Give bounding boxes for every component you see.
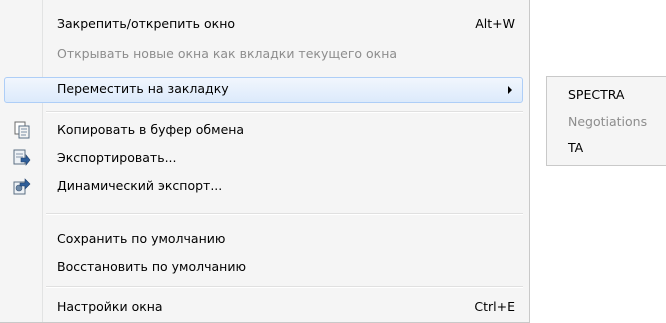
export-icon bbox=[13, 149, 31, 166]
menu-item-copy-clipboard[interactable]: Копировать в буфер обмена bbox=[4, 118, 523, 144]
menu-item-label: Копировать в буфер обмена bbox=[57, 122, 245, 137]
menu-item-label: Открывать новые окна как вкладки текущег… bbox=[57, 46, 398, 61]
menu-item-pin-window[interactable]: Закрепить/открепить окно Alt+W bbox=[4, 12, 523, 38]
submenu-item-spectra[interactable]: SPECTRA bbox=[547, 83, 666, 107]
menu-item-label: Восстановить по умолчанию bbox=[57, 259, 246, 274]
menu-item-save-default[interactable]: Сохранить по умолчанию bbox=[4, 227, 523, 253]
submenu-item-label: SPECTRA bbox=[568, 87, 625, 102]
menu-separator bbox=[46, 286, 523, 288]
submenu-item-label: Negotiations bbox=[568, 114, 648, 129]
context-menu: Закрепить/открепить окно Alt+W Открывать… bbox=[0, 0, 530, 323]
menu-item-label: Сохранить по умолчанию bbox=[57, 231, 226, 246]
menu-separator bbox=[46, 213, 523, 215]
dynamic-export-icon bbox=[13, 178, 31, 195]
submenu-item-ta[interactable]: TA bbox=[547, 136, 666, 160]
menu-item-shortcut: Alt+W bbox=[475, 16, 515, 31]
copy-icon bbox=[14, 121, 30, 139]
menu-item-dynamic-export[interactable]: Динамический экспорт... bbox=[4, 174, 523, 200]
menu-separator bbox=[46, 111, 523, 113]
menu-item-label: Закрепить/открепить окно bbox=[57, 16, 236, 31]
menu-item-label: Настройки окна bbox=[57, 299, 163, 314]
menu-item-restore-default[interactable]: Восстановить по умолчанию bbox=[4, 255, 523, 281]
submenu-item-negotiations: Negotiations bbox=[547, 110, 666, 134]
menu-item-move-to-tab[interactable]: Переместить на закладку bbox=[4, 77, 523, 103]
menu-item-open-as-tabs: Открывать новые окна как вкладки текущег… bbox=[4, 42, 523, 68]
menu-item-label: Динамический экспорт... bbox=[57, 178, 223, 193]
menu-item-label: Переместить на закладку bbox=[57, 81, 229, 96]
menu-item-window-settings[interactable]: Настройки окна Ctrl+E bbox=[4, 295, 523, 321]
menu-item-shortcut: Ctrl+E bbox=[474, 299, 515, 314]
move-to-tab-submenu: SPECTRA Negotiations TA bbox=[546, 76, 666, 166]
menu-item-label: Экспортировать... bbox=[57, 150, 177, 165]
menu-item-export[interactable]: Экспортировать... bbox=[4, 146, 523, 172]
submenu-arrow-icon bbox=[508, 86, 512, 94]
submenu-item-label: TA bbox=[568, 140, 584, 155]
